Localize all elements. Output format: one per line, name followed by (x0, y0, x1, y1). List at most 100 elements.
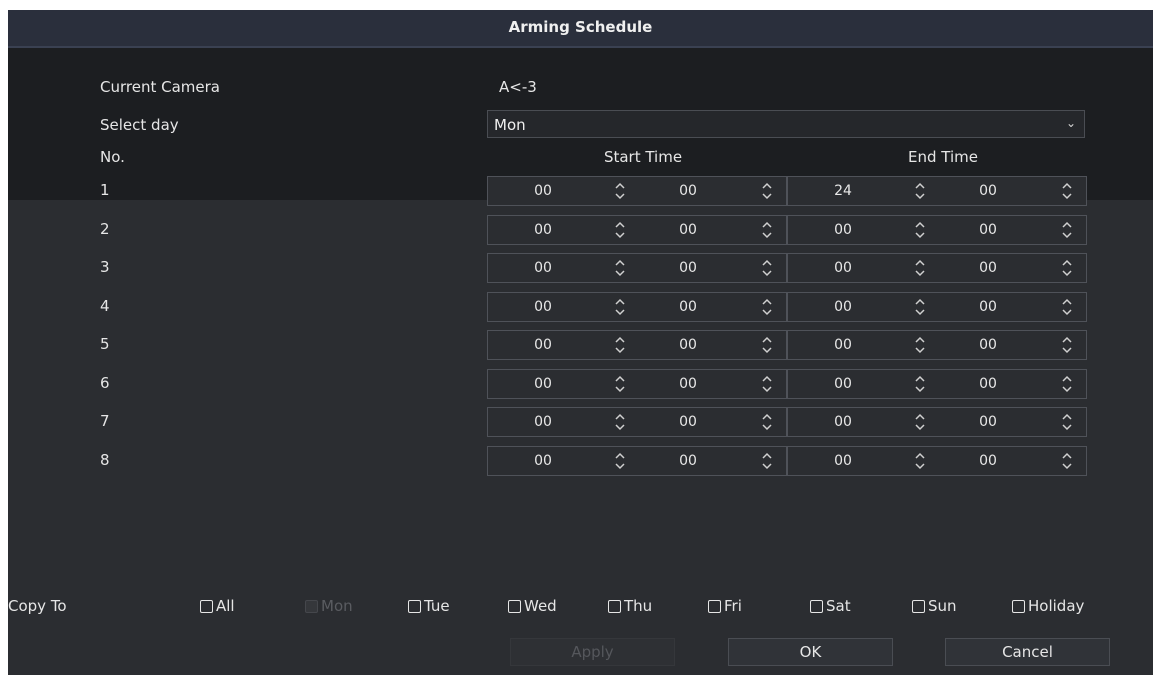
end-hour-value[interactable]: 00 (826, 337, 860, 353)
up-down-spinner-icon[interactable] (1060, 411, 1074, 433)
start-hour-value[interactable]: 00 (526, 376, 560, 392)
up-down-spinner-icon[interactable] (613, 219, 627, 241)
up-down-spinner-icon[interactable] (613, 450, 627, 472)
copy-to-mon-checkbox: Mon (305, 597, 353, 615)
up-down-spinner-icon[interactable] (613, 180, 627, 202)
copy-to-wed-checkbox[interactable]: Wed (508, 597, 557, 615)
start-minute-value[interactable]: 00 (671, 183, 705, 199)
start-time-field: 00 00 (487, 368, 787, 399)
start-minute-value[interactable]: 00 (671, 337, 705, 353)
end-hour-value[interactable]: 00 (826, 414, 860, 430)
start-minute-value[interactable]: 00 (671, 376, 705, 392)
column-header-end-time: End Time (908, 148, 978, 166)
start-hour-value[interactable]: 00 (526, 299, 560, 315)
up-down-spinner-icon[interactable] (760, 373, 774, 395)
column-header-no: No. (100, 148, 125, 166)
copy-to-thu-label: Thu (624, 597, 653, 615)
copy-to-label: Copy To (8, 597, 67, 615)
up-down-spinner-icon[interactable] (913, 334, 927, 356)
end-hour-value[interactable]: 00 (826, 299, 860, 315)
up-down-spinner-icon[interactable] (913, 257, 927, 279)
up-down-spinner-icon[interactable] (613, 257, 627, 279)
checkbox-icon (1012, 599, 1025, 613)
up-down-spinner-icon[interactable] (913, 411, 927, 433)
copy-to-thu-checkbox[interactable]: Thu (608, 597, 652, 615)
up-down-spinner-icon[interactable] (613, 411, 627, 433)
copy-to-all-checkbox[interactable]: All (200, 597, 235, 615)
up-down-spinner-icon[interactable] (760, 180, 774, 202)
up-down-spinner-icon[interactable] (760, 411, 774, 433)
row-number: 8 (100, 450, 110, 469)
select-day-dropdown[interactable]: Mon ⌄ (487, 110, 1085, 138)
start-hour-value[interactable]: 00 (526, 222, 560, 238)
current-camera-label: Current Camera (100, 78, 220, 96)
end-minute-value[interactable]: 00 (971, 299, 1005, 315)
end-time-field: 00 00 (787, 368, 1087, 399)
up-down-spinner-icon[interactable] (913, 373, 927, 395)
start-hour-value[interactable]: 00 (526, 183, 560, 199)
cancel-button[interactable]: Cancel (945, 638, 1110, 666)
up-down-spinner-icon[interactable] (913, 180, 927, 202)
start-hour-value[interactable]: 00 (526, 337, 560, 353)
up-down-spinner-icon[interactable] (1060, 373, 1074, 395)
up-down-spinner-icon[interactable] (913, 219, 927, 241)
copy-to-sun-checkbox[interactable]: Sun (912, 597, 957, 615)
row-number: 1 (100, 181, 110, 199)
start-minute-value[interactable]: 00 (671, 414, 705, 430)
end-minute-value[interactable]: 00 (971, 376, 1005, 392)
checkbox-icon (708, 599, 721, 613)
end-hour-value[interactable]: 00 (826, 376, 860, 392)
up-down-spinner-icon[interactable] (1060, 219, 1074, 241)
copy-to-sat-checkbox[interactable]: Sat (810, 597, 851, 615)
checkbox-icon (608, 599, 621, 613)
checkbox-icon (305, 599, 318, 613)
start-hour-value[interactable]: 00 (526, 453, 560, 469)
end-minute-value[interactable]: 00 (971, 183, 1005, 199)
start-hour-value[interactable]: 00 (526, 260, 560, 276)
up-down-spinner-icon[interactable] (1060, 334, 1074, 356)
end-hour-value[interactable]: 00 (826, 260, 860, 276)
checkbox-icon (200, 599, 213, 613)
start-minute-value[interactable]: 00 (671, 260, 705, 276)
checkbox-icon (810, 599, 823, 613)
end-minute-value[interactable]: 00 (971, 337, 1005, 353)
up-down-spinner-icon[interactable] (613, 373, 627, 395)
start-minute-value[interactable]: 00 (671, 222, 705, 238)
start-time-field: 00 00 (487, 291, 787, 322)
current-camera-value: A<-3 (499, 78, 537, 96)
up-down-spinner-icon[interactable] (760, 450, 774, 472)
end-minute-value[interactable]: 00 (971, 453, 1005, 469)
title-bar: Arming Schedule (8, 10, 1153, 48)
up-down-spinner-icon[interactable] (760, 257, 774, 279)
start-minute-value[interactable]: 00 (671, 453, 705, 469)
checkbox-icon (912, 599, 925, 613)
end-minute-value[interactable]: 00 (971, 414, 1005, 430)
up-down-spinner-icon[interactable] (1060, 296, 1074, 318)
up-down-spinner-icon[interactable] (913, 450, 927, 472)
end-time-field: 00 00 (787, 253, 1087, 283)
end-hour-value[interactable]: 00 (826, 453, 860, 469)
end-hour-value[interactable]: 00 (826, 222, 860, 238)
apply-button[interactable]: Apply (510, 638, 675, 666)
end-minute-value[interactable]: 00 (971, 222, 1005, 238)
copy-to-holiday-checkbox[interactable]: Holiday (1012, 597, 1084, 615)
up-down-spinner-icon[interactable] (613, 334, 627, 356)
start-minute-value[interactable]: 00 (671, 299, 705, 315)
up-down-spinner-icon[interactable] (760, 334, 774, 356)
up-down-spinner-icon[interactable] (760, 296, 774, 318)
ok-button[interactable]: OK (728, 638, 893, 666)
up-down-spinner-icon[interactable] (760, 219, 774, 241)
up-down-spinner-icon[interactable] (913, 296, 927, 318)
row-number: 3 (100, 258, 110, 276)
end-time-field: 00 00 (787, 330, 1087, 360)
copy-to-wed-label: Wed (524, 597, 557, 615)
copy-to-tue-checkbox[interactable]: Tue (408, 597, 450, 615)
start-hour-value[interactable]: 00 (526, 414, 560, 430)
end-hour-value[interactable]: 24 (826, 183, 860, 199)
up-down-spinner-icon[interactable] (1060, 257, 1074, 279)
up-down-spinner-icon[interactable] (1060, 450, 1074, 472)
copy-to-fri-checkbox[interactable]: Fri (708, 597, 742, 615)
up-down-spinner-icon[interactable] (613, 296, 627, 318)
end-minute-value[interactable]: 00 (971, 260, 1005, 276)
up-down-spinner-icon[interactable] (1060, 180, 1074, 202)
